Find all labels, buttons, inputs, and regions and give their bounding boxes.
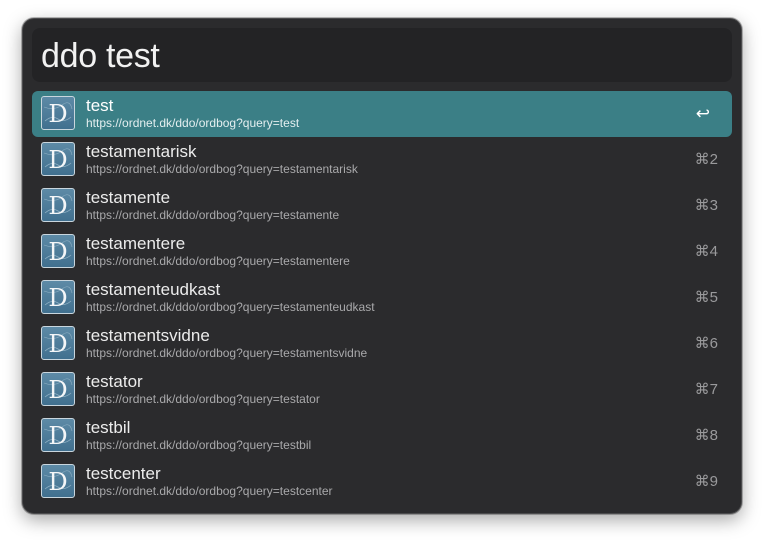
return-key-hint: ↩ bbox=[695, 104, 710, 123]
result-title: testamenteudkast bbox=[86, 280, 221, 299]
svg-text:D: D bbox=[48, 192, 67, 220]
result-url: https://ordnet.dk/ddo/ordbog?query=testa… bbox=[86, 300, 375, 314]
result-row[interactable]: D testamenteudkast https://ordnet.dk/ddo… bbox=[32, 275, 732, 321]
result-title: testbil bbox=[86, 418, 131, 437]
result-title: testamentere bbox=[86, 234, 186, 253]
result-url: https://ordnet.dk/ddo/ordbog?query=testa… bbox=[86, 208, 340, 222]
shortcut-hint: ⌘9 bbox=[694, 473, 718, 490]
shortcut-hint: ⌘2 bbox=[694, 151, 718, 168]
svg-text:D: D bbox=[48, 376, 67, 404]
result-title: test bbox=[86, 96, 114, 115]
result-url: https://ordnet.dk/ddo/ordbog?query=test bbox=[86, 116, 300, 130]
search-bar[interactable]: ddo test bbox=[32, 28, 732, 82]
shortcut-hint: ⌘6 bbox=[694, 335, 718, 352]
result-url: https://ordnet.dk/ddo/ordbog?query=testa… bbox=[86, 346, 368, 360]
result-row[interactable]: D testator https://ordnet.dk/ddo/ordbog?… bbox=[32, 367, 732, 413]
result-title: testator bbox=[86, 372, 143, 391]
results-list: D test https://ordnet.dk/ddo/ordbog?quer… bbox=[32, 91, 732, 505]
launcher-window: ddo test D test https://ordnet.dk/ddo/or… bbox=[22, 18, 742, 514]
shortcut-hint: ⌘8 bbox=[694, 427, 718, 444]
result-url: https://ordnet.dk/ddo/ordbog?query=testa… bbox=[86, 254, 350, 268]
svg-text:D: D bbox=[48, 146, 67, 174]
ddo-dictionary-icon: D bbox=[41, 280, 75, 314]
result-row[interactable]: D testamentarisk https://ordnet.dk/ddo/o… bbox=[32, 137, 732, 183]
search-input[interactable]: ddo test bbox=[41, 36, 160, 76]
result-title: testamentsvidne bbox=[86, 326, 210, 345]
result-url: https://ordnet.dk/ddo/ordbog?query=testa… bbox=[86, 162, 358, 176]
ddo-dictionary-icon: D bbox=[41, 326, 75, 360]
result-title: testcenter bbox=[86, 464, 161, 483]
svg-text:D: D bbox=[48, 422, 67, 450]
svg-text:D: D bbox=[48, 468, 67, 496]
result-title: testamentarisk bbox=[86, 142, 197, 161]
svg-text:D: D bbox=[48, 284, 67, 312]
shortcut-hint: ⌘7 bbox=[694, 381, 718, 398]
ddo-dictionary-icon: D bbox=[41, 464, 75, 498]
ddo-dictionary-icon: D bbox=[41, 96, 75, 130]
result-title: testamente bbox=[86, 188, 171, 207]
result-row[interactable]: D testamentsvidne https://ordnet.dk/ddo/… bbox=[32, 321, 732, 367]
svg-text:D: D bbox=[48, 238, 67, 266]
svg-text:D: D bbox=[48, 330, 67, 358]
shortcut-hint: ⌘3 bbox=[694, 197, 718, 214]
result-row[interactable]: D testbil https://ordnet.dk/ddo/ordbog?q… bbox=[32, 413, 732, 459]
result-row[interactable]: D test https://ordnet.dk/ddo/ordbog?quer… bbox=[32, 91, 732, 137]
result-row[interactable]: D testcenter https://ordnet.dk/ddo/ordbo… bbox=[32, 459, 732, 505]
svg-text:D: D bbox=[48, 100, 67, 128]
result-row[interactable]: D testamentere https://ordnet.dk/ddo/ord… bbox=[32, 229, 732, 275]
result-url: https://ordnet.dk/ddo/ordbog?query=testa… bbox=[86, 392, 320, 406]
ddo-dictionary-icon: D bbox=[41, 188, 75, 222]
ddo-dictionary-icon: D bbox=[41, 142, 75, 176]
result-url: https://ordnet.dk/ddo/ordbog?query=testc… bbox=[86, 484, 333, 498]
result-row[interactable]: D testamente https://ordnet.dk/ddo/ordbo… bbox=[32, 183, 732, 229]
result-url: https://ordnet.dk/ddo/ordbog?query=testb… bbox=[86, 438, 312, 452]
ddo-dictionary-icon: D bbox=[41, 234, 75, 268]
shortcut-hint: ⌘4 bbox=[694, 243, 718, 260]
ddo-dictionary-icon: D bbox=[41, 418, 75, 452]
ddo-dictionary-icon: D bbox=[41, 372, 75, 406]
shortcut-hint: ⌘5 bbox=[694, 289, 718, 306]
